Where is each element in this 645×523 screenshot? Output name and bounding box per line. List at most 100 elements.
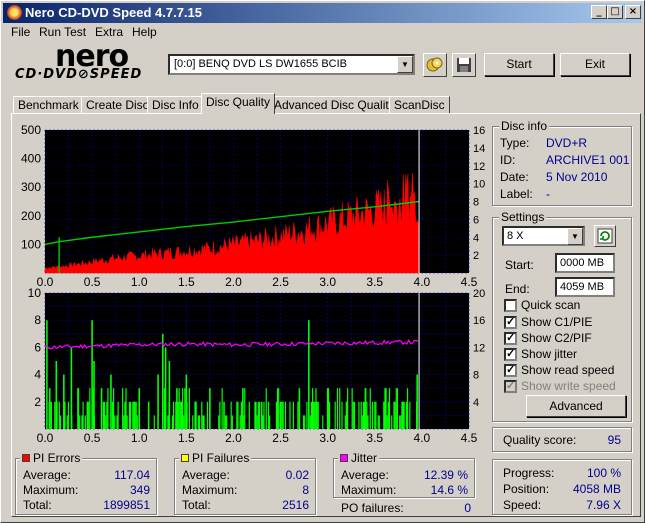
jitter-group: Jitter Average: 12.39 % Maximum: 14.6 % [333,451,475,498]
show-c2-pif-checkbox[interactable]: ✓ [504,332,517,345]
y-right-tick-label: 14 [473,143,485,155]
show-jitter-checkbox[interactable]: ✓ [504,348,517,361]
speed-select-value: 8 X [507,230,524,242]
quick-scan-label: Quick scan [521,298,581,312]
x-tick-label: 2.0 [225,431,242,445]
x-tick-label: 2.0 [225,275,242,289]
show-write-speed-label: Show write speed [521,379,616,393]
drive-select[interactable]: [0:0] BENQ DVD LS DW1655 BCIB ▼ [168,54,415,75]
tab-advanced-disc-quality[interactable]: Advanced Disc Quality [269,96,400,114]
speed-select[interactable]: 8 X ▼ [502,226,585,246]
y-left-tick-label: 8 [34,313,41,327]
y-left-tick-label: 6 [34,340,41,354]
y-left-tick-label: 300 [21,180,41,194]
y-left-tick-label: 2 [34,395,41,409]
x-tick-label: 3.5 [366,431,383,445]
disc-id-value: ARCHIVE1 001 [546,153,630,167]
show-read-speed-checkbox[interactable]: ✓ [504,364,517,377]
save-button[interactable] [452,53,476,77]
quality-score-group: Quality score: 95 [492,427,632,452]
position-label: Position: [503,482,550,496]
chevron-down-icon[interactable]: ▼ [397,56,413,73]
x-tick-label: 2.5 [272,275,289,289]
start-mb-input[interactable]: 0000 MB [555,253,615,273]
chevron-down-icon[interactable]: ▼ [567,228,583,245]
progress-value: 100 % [586,466,621,480]
pi-failures-title: PI Failures [192,451,250,465]
tab-disc-quality[interactable]: Disc Quality [201,93,276,114]
start-label: Start: [505,258,534,272]
exit-button[interactable]: Exit [560,53,630,76]
menu-file[interactable]: File [11,25,30,39]
title-bar[interactable]: Nero CD-DVD Speed 4.7.7.15 _ □ × [3,3,642,23]
show-write-speed-checkbox[interactable]: ✓ [504,380,517,393]
label-label: Label: [500,187,533,201]
pi-failures-chart: 0.0 0.5 1.0 1.5 2.0 2.5 3.0 3.5 4.0 4.5 2 4 6 8 10 4 8 12… [28,286,486,445]
y-left-tick-label: 400 [21,152,41,166]
advanced-button[interactable]: Advanced [526,395,626,417]
pif-maximum-label: Maximum: [182,483,238,497]
x-tick-label: 0.0 [37,431,54,445]
pie-maximum-label: Maximum: [23,483,79,497]
y-left-tick-label: 4 [34,368,41,382]
date-label: Date: [500,170,529,184]
eject-disc-button[interactable] [423,53,447,77]
window-title: Nero CD-DVD Speed 4.7.7.15 [25,5,203,20]
jitter-maximum-value: 14.6 % [430,483,468,497]
y-left-tick-label: 500 [21,123,41,137]
pie-average-label: Average: [23,468,71,482]
y-right-tick-label: 10 [473,179,485,191]
position-value: 4058 MB [572,482,621,496]
end-mb-input[interactable]: 4059 MB [555,277,615,297]
pif-average-label: Average: [182,468,230,482]
menu-help[interactable]: Help [132,25,157,39]
main-window: Nero CD-DVD Speed 4.7.7.15 _ □ × File Ru… [0,0,645,523]
id-label: ID: [500,153,516,167]
tab-benchmark[interactable]: Benchmark [13,96,84,114]
tab-create-disc[interactable]: Create Disc [81,96,154,114]
disc-info-title: Disc info [499,119,550,133]
quality-score-label: Quality score: [503,433,577,447]
speed-label: Speed: [503,498,542,512]
pi-errors-group: PI Errors Average: 117.04 Maximum: 349 T… [15,451,157,515]
show-c1-pie-label: Show C1/PIE [521,315,593,329]
tab-disc-info[interactable]: Disc Info [147,96,204,114]
pi-failures-group: PI Failures Average: 0.02 Maximum: 8 Tot… [174,451,316,515]
pi-failures-title-wrap: PI Failures [179,451,252,465]
minimize-button[interactable]: _ [591,5,607,19]
tab-scandisc[interactable]: ScanDisc [389,96,450,114]
pif-maximum-value: 8 [302,483,309,497]
show-c1-pie-checkbox[interactable]: ✓ [504,316,517,329]
y-right-tick-label: 12 [473,161,485,173]
disc-label-value: - [546,187,550,201]
pie-average-value: 117.04 [114,468,150,482]
y-right-tick-label: 2 [473,250,479,262]
floppy-disk-icon [457,58,471,72]
y-left-tick-label: 200 [21,209,41,223]
y-left-tick-label: 100 [21,237,41,251]
y-right-tick-label: 16 [473,125,485,137]
type-label: Type: [500,136,530,150]
quick-scan-checkbox[interactable] [504,299,517,312]
refresh-icon [597,228,613,244]
po-failures-value: 0 [464,501,471,515]
start-button[interactable]: Start [484,53,554,76]
x-tick-label: 0.5 [84,431,101,445]
y-right-tick-label: 12 [473,342,485,354]
disc-info-group: Disc info Type: DVD+R ID: ARCHIVE1 001 D… [492,119,632,206]
x-tick-label: 3.0 [319,275,336,289]
progress-label: Progress: [503,466,555,480]
x-tick-label: 4.0 [414,431,431,445]
menu-run-test[interactable]: Run Test [39,25,86,39]
x-tick-label: 1.0 [131,275,148,289]
disc-date-value: 5 Nov 2010 [546,170,608,184]
close-button[interactable]: × [625,5,641,19]
y-right-tick-label: 8 [473,197,479,209]
disc-swap-icon [426,57,443,72]
pi-errors-swatch [22,454,30,462]
maximize-button[interactable]: □ [607,5,623,19]
jitter-swatch [340,454,348,462]
menu-extra[interactable]: Extra [95,25,123,39]
refresh-speed-button[interactable] [594,225,616,247]
show-c2-pif-label: Show C2/PIF [521,331,592,345]
